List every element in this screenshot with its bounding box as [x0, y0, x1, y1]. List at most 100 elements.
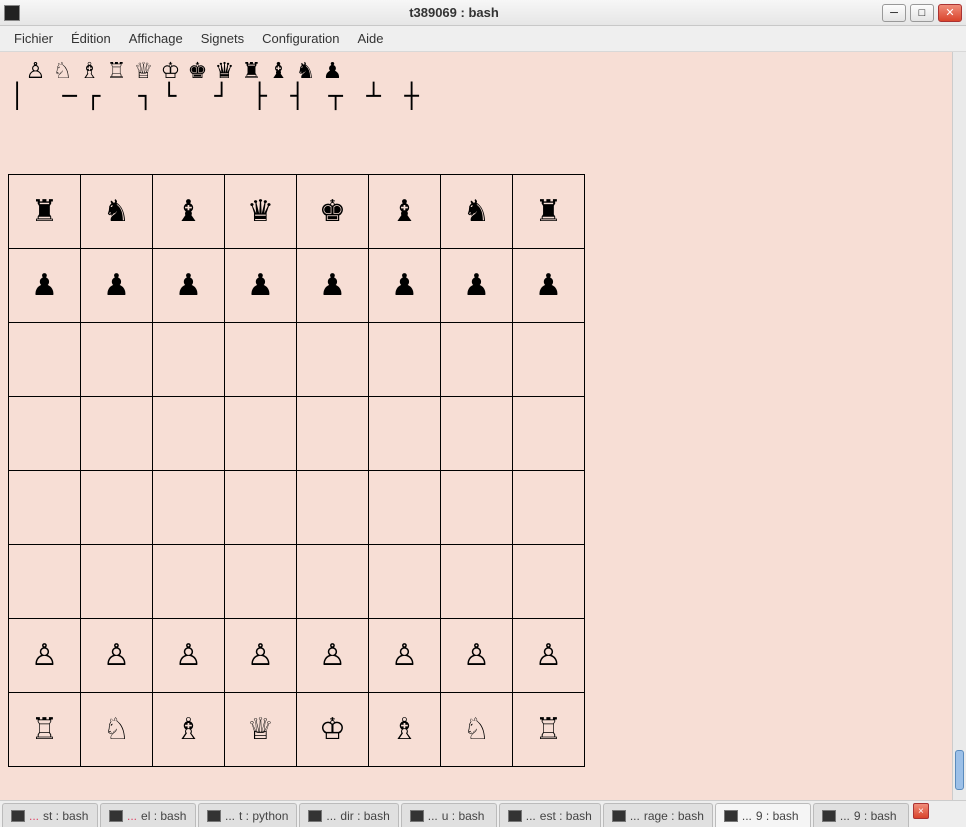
terminal-tab[interactable]: ... dir : bash	[299, 803, 398, 827]
menu-edition[interactable]: Édition	[63, 28, 119, 49]
terminal-output[interactable]: ♙♘♗♖♕♔♚♛♜♝♞♟ │ ─┌ ┐└ ┘ ├ ┤ ┬ ┴ ┼ ♜♞♝♛♚♝♞…	[0, 52, 952, 800]
board-cell: ♝	[153, 175, 225, 249]
chessboard: ♜♞♝♛♚♝♞♜♟♟♟♟♟♟♟♟♙♙♙♙♙♙♙♙♖♘♗♕♔♗♘♖	[8, 174, 585, 767]
board-cell	[441, 471, 513, 545]
board-cell	[225, 323, 297, 397]
board-cell	[513, 545, 585, 619]
board-cell: ♝	[369, 175, 441, 249]
title-bar: t389069 : bash ─ □ ✕	[0, 0, 966, 26]
tab-prefix: ...	[127, 809, 137, 823]
box-drawing-glyph: ─	[48, 84, 86, 124]
board-cell	[297, 397, 369, 471]
tab-label: u : bash	[442, 809, 485, 823]
board-cell: ♙	[9, 619, 81, 693]
board-cell	[369, 545, 441, 619]
terminal-icon	[308, 810, 322, 822]
terminal-icon	[11, 810, 25, 822]
tab-label: 9 : bash	[854, 809, 897, 823]
chess-piece-glyph: ♙	[22, 60, 49, 82]
board-cell	[153, 323, 225, 397]
menu-affichage[interactable]: Affichage	[121, 28, 191, 49]
menu-configuration[interactable]: Configuration	[254, 28, 347, 49]
terminal-tab[interactable]: ...rage : bash	[603, 803, 713, 827]
minimize-button[interactable]: ─	[882, 4, 906, 22]
board-cell	[81, 323, 153, 397]
chess-piece-glyph: ♞	[292, 60, 319, 82]
terminal-tab[interactable]: ...u : bash	[401, 803, 497, 827]
box-drawing-glyph: │	[10, 84, 48, 124]
board-cell: ♟	[369, 249, 441, 323]
chess-piece-glyph: ♗	[76, 60, 103, 82]
board-cell: ♖	[9, 693, 81, 767]
board-cell: ♙	[513, 619, 585, 693]
tab-bar: ...st : bash...el : bash...t : python...…	[0, 800, 966, 827]
board-row: ♖♘♗♕♔♗♘♖	[9, 693, 585, 767]
board-row	[9, 397, 585, 471]
terminal-icon	[508, 810, 522, 822]
tab-prefix: ...	[326, 809, 336, 823]
tab-prefix: ...	[630, 809, 640, 823]
board-cell	[9, 323, 81, 397]
tab-prefix: ...	[742, 809, 752, 823]
board-cell: ♙	[297, 619, 369, 693]
terminal-tab[interactable]: ...el : bash	[100, 803, 196, 827]
board-cell: ♞	[81, 175, 153, 249]
chess-piece-glyph: ♜	[238, 60, 265, 82]
menu-bar: Fichier Édition Affichage Signets Config…	[0, 26, 966, 52]
board-row	[9, 471, 585, 545]
chess-piece-glyph: ♕	[130, 60, 157, 82]
chess-piece-glyph: ♚	[184, 60, 211, 82]
board-cell: ♜	[513, 175, 585, 249]
board-cell	[441, 323, 513, 397]
vertical-scrollbar[interactable]	[952, 52, 966, 800]
close-button[interactable]: ✕	[938, 4, 962, 22]
menu-aide[interactable]: Aide	[349, 28, 391, 49]
board-cell	[81, 471, 153, 545]
tab-close-button[interactable]: ×	[913, 803, 929, 819]
board-cell	[513, 471, 585, 545]
maximize-button[interactable]: □	[910, 4, 934, 22]
board-cell	[225, 545, 297, 619]
board-cell: ♟	[225, 249, 297, 323]
board-cell: ♙	[81, 619, 153, 693]
board-cell	[225, 471, 297, 545]
board-cell	[9, 545, 81, 619]
board-cell	[81, 397, 153, 471]
terminal-tab[interactable]: ...est : bash	[499, 803, 601, 827]
box-drawing-glyph: └	[162, 84, 200, 124]
chess-piece-glyph: ♟	[319, 60, 346, 82]
terminal-tab[interactable]: ...9 : bash	[813, 803, 909, 827]
terminal-tab[interactable]: ... st : bash	[2, 803, 98, 827]
board-cell: ♛	[225, 175, 297, 249]
chess-piece-glyph: ♝	[265, 60, 292, 82]
terminal-tab[interactable]: ...9 : bash	[715, 803, 811, 827]
tab-label: dir : bash	[340, 809, 389, 823]
board-cell	[225, 397, 297, 471]
terminal-icon	[724, 810, 738, 822]
board-cell	[9, 471, 81, 545]
menu-fichier[interactable]: Fichier	[6, 28, 61, 49]
board-cell: ♙	[369, 619, 441, 693]
box-drawing-glyph: ┌	[86, 84, 124, 124]
chess-piece-glyph: ♔	[157, 60, 184, 82]
menu-signets[interactable]: Signets	[193, 28, 252, 49]
tab-label: st : bash	[43, 809, 88, 823]
board-cell: ♗	[369, 693, 441, 767]
board-cell: ♘	[81, 693, 153, 767]
board-cell	[513, 397, 585, 471]
box-drawing-row: │ ─┌ ┐└ ┘ ├ ┤ ┬ ┴ ┼	[4, 84, 948, 124]
tab-prefix: ...	[526, 809, 536, 823]
scrollbar-thumb[interactable]	[955, 750, 964, 790]
board-cell: ♚	[297, 175, 369, 249]
tab-label: t : python	[239, 809, 288, 823]
terminal-tab[interactable]: ...t : python	[198, 803, 297, 827]
board-cell	[9, 397, 81, 471]
terminal-icon	[109, 810, 123, 822]
terminal-icon	[207, 810, 221, 822]
content-area: ♙♘♗♖♕♔♚♛♜♝♞♟ │ ─┌ ┐└ ┘ ├ ┤ ┬ ┴ ┼ ♜♞♝♛♚♝♞…	[0, 52, 966, 800]
board-cell: ♖	[513, 693, 585, 767]
terminal-icon	[822, 810, 836, 822]
board-cell: ♞	[441, 175, 513, 249]
board-cell: ♗	[153, 693, 225, 767]
tab-prefix: ...	[29, 809, 39, 823]
